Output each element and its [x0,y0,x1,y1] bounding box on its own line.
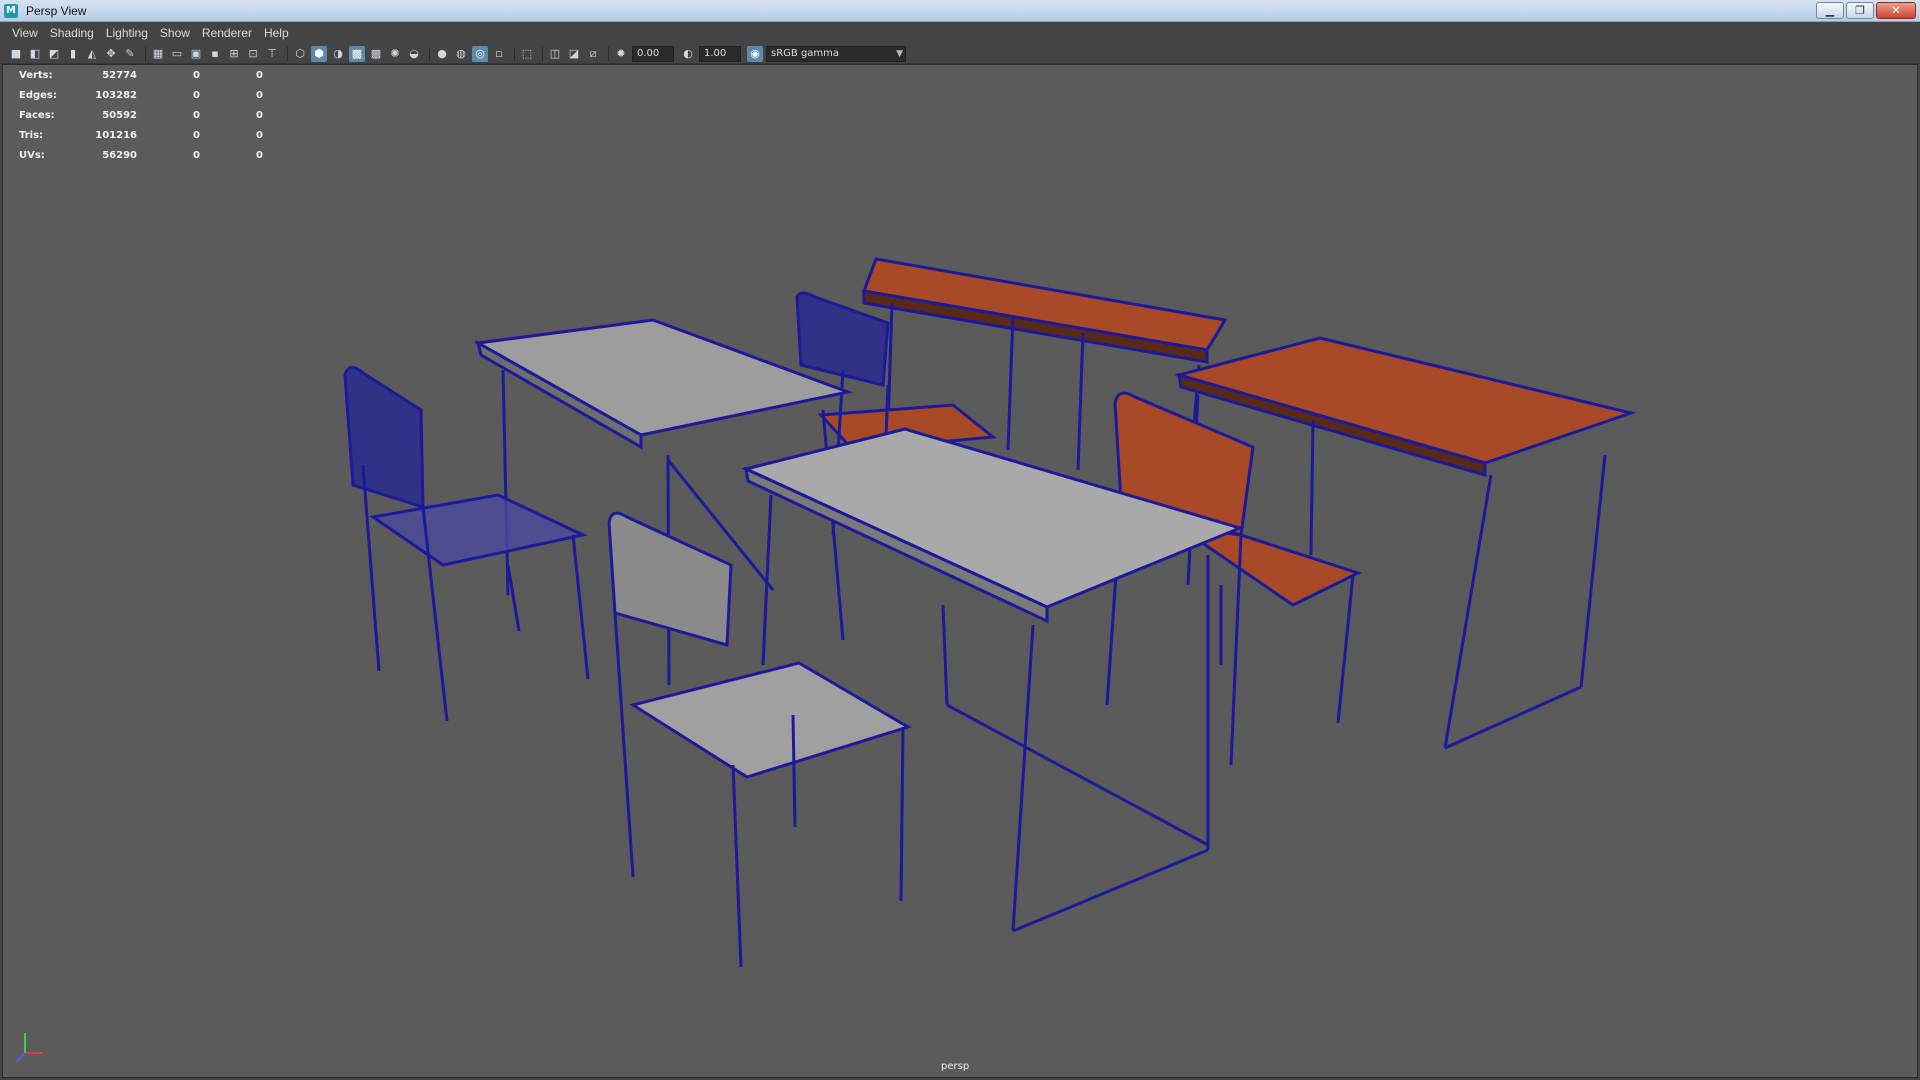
gamma-icon[interactable]: ◐ [680,46,696,62]
isolate-icon[interactable]: ⬚ [519,46,535,62]
wireframe-icon[interactable]: ⬡ [292,46,308,62]
anti-aliasing-icon[interactable]: ◎ [472,45,488,62]
depth-of-field-icon[interactable]: ▫ [491,46,507,62]
chair-left-blue [343,366,590,722]
hud-label: Edges: [19,89,57,101]
panel-toolbar: ■ ◧ ◩ ▮ ◭ ✥ ✎ ▦ ▭ ▣ ▪ ⊞ ⊡ ⊤ ⬡ ⬢ ◑ ▩ ▩ ✺ … [0,44,1920,64]
scene-render[interactable] [3,65,1919,1079]
motion-blur-icon[interactable]: ◍ [453,46,469,62]
toolbar-separator [608,46,609,61]
hud-label: UVs: [19,149,45,161]
hud-value: 101216 [95,129,137,141]
restore-button[interactable]: ❐ [1846,2,1874,19]
grid-icon[interactable]: ▦ [150,46,166,62]
hud-label: Faces: [19,109,55,121]
2d-pan-icon[interactable]: ✥ [103,46,119,62]
axis-gizmo-icon [16,1033,43,1062]
hud-value: 0 [193,129,200,141]
xray-components-icon[interactable]: ⧄ [585,46,601,62]
light-icon[interactable]: ✺ [387,46,403,62]
view-transform-select[interactable]: sRGB gamma ▼ [766,45,906,62]
hud-value: 52774 [102,69,137,81]
exposure-icon[interactable]: ✹ [613,46,629,62]
menu-renderer[interactable]: Renderer [196,26,258,40]
maya-app-icon: M [4,3,18,18]
wireframe-on-shaded-icon[interactable]: ▩ [349,45,365,62]
hud-value: 0 [256,69,263,81]
field-chart-icon[interactable]: ⊞ [226,46,242,62]
hud-label: Verts: [19,69,53,81]
hud-value: 50592 [102,109,137,121]
gate-mask-icon[interactable]: ▪ [207,46,223,62]
hud-value: 56290 [102,149,137,161]
chevron-down-icon: ▼ [896,48,903,59]
resolution-gate-icon[interactable]: ▣ [188,46,204,62]
camera-name-label: persp [941,1061,970,1072]
view-transform-value: sRGB gamma [771,47,840,59]
menu-view[interactable]: View [6,26,44,40]
xray-joints-icon[interactable]: ◪ [566,46,582,62]
hud-value: 103282 [95,89,137,101]
title-bar: M Persp View ▁ ❐ ✕ [0,0,1920,22]
toolbar-separator [514,46,515,61]
minimize-button[interactable]: ▁ [1816,2,1844,19]
menu-help[interactable]: Help [258,26,295,40]
screen-space-ao-icon[interactable]: ● [434,46,450,62]
hud-value: 0 [193,89,200,101]
safe-action-icon[interactable]: ⊡ [245,46,261,62]
chair-front-grey [607,511,912,968]
window-controls: ▁ ❐ ✕ [1816,2,1916,19]
select-camera-icon[interactable]: ◧ [27,46,43,62]
hud-row-faces: Faces: 50592 0 0 [19,105,263,125]
exposure-field[interactable]: 0.00 [632,45,674,62]
safe-title-icon[interactable]: ⊤ [264,46,280,62]
toolbar-separator [287,46,288,61]
image-plane-icon[interactable]: ◭ [84,46,100,62]
menu-show[interactable]: Show [154,26,196,40]
hud-value: 0 [256,149,263,161]
hud-row-uvs: UVs: 56290 0 0 [19,145,263,165]
hud-value: 0 [193,109,200,121]
xray-icon[interactable]: ◫ [547,46,563,62]
textured-icon[interactable]: ▩ [368,46,384,62]
toolbar-separator [429,46,430,61]
shadows-icon[interactable]: ◒ [406,46,422,62]
default-material-icon[interactable]: ◑ [330,46,346,62]
hud-row-edges: Edges: 103282 0 0 [19,85,263,105]
hud-row-verts: Verts: 52774 0 0 [19,65,263,85]
hud-value: 0 [193,69,200,81]
camera-icon[interactable]: ■ [8,46,24,62]
persp-viewport[interactable]: Verts: 52774 0 0 Edges: 103282 0 0 Faces… [2,64,1918,1078]
lock-camera-icon[interactable]: ◩ [46,46,62,62]
toolbar-separator [542,46,543,61]
menu-bar: View Shading Lighting Show Renderer Help [0,22,1920,44]
film-gate-icon[interactable]: ▭ [169,46,185,62]
chair-right-wood [1105,391,1362,766]
color-mgmt-icon[interactable]: ◉ [747,45,763,62]
grease-pencil-icon[interactable]: ✎ [122,46,138,62]
window-title: Persp View [26,3,87,18]
close-button[interactable]: ✕ [1876,2,1916,19]
toolbar-separator [145,46,146,61]
menu-lighting[interactable]: Lighting [100,26,154,40]
bookmark-icon[interactable]: ▮ [65,46,81,62]
gamma-field[interactable]: 1.00 [699,45,741,62]
hud-label: Tris: [19,129,44,141]
hud-row-tris: Tris: 101216 0 0 [19,125,263,145]
hud-value: 0 [256,89,263,101]
smooth-shade-icon[interactable]: ⬢ [311,45,327,62]
hud-value: 0 [193,149,200,161]
hud-value: 0 [256,129,263,141]
hud-value: 0 [256,109,263,121]
menu-shading[interactable]: Shading [44,26,100,40]
poly-count-hud: Verts: 52774 0 0 Edges: 103282 0 0 Faces… [19,65,263,165]
